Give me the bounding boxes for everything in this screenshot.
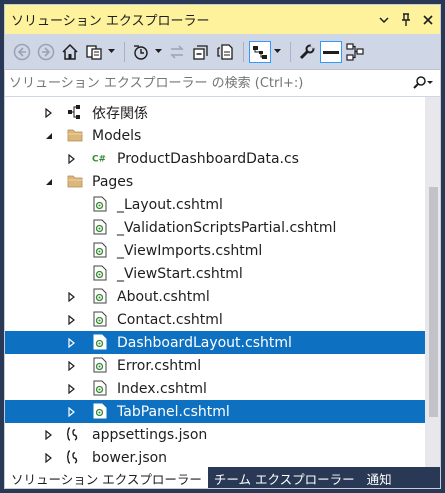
pin-icon[interactable] (396, 10, 416, 30)
razor-file-icon (92, 288, 108, 304)
tree-item[interactable]: Contact.cshtml (5, 308, 425, 331)
collapsed-arrow-icon[interactable] (66, 285, 78, 308)
tree-item-label: DashboardLayout.cshtml (117, 334, 292, 351)
tree-item[interactable]: About.cshtml (5, 285, 425, 308)
solution-explorer-window: ソリューション エクスプローラー ソリューション エクスプローラー の検索 (C… (4, 4, 441, 489)
tree-item[interactable]: Index.cshtml (5, 377, 425, 400)
scrollbar-thumb[interactable] (429, 187, 438, 417)
dependencies-file-icon (67, 104, 83, 120)
tree-item-label: About.cshtml (117, 288, 210, 305)
title-bar: ソリューション エクスプローラー (5, 5, 440, 34)
collapsed-arrow-icon[interactable] (43, 101, 55, 124)
tree-item-label: appsettings.json (92, 426, 208, 443)
razor-file-icon (92, 196, 108, 212)
bottom-tab[interactable]: ソリューション エクスプローラー (5, 467, 208, 488)
back-arrow-icon[interactable] (11, 41, 33, 63)
tree-item[interactable]: C# ProductDashboardData.cs (5, 147, 425, 170)
tree-item-label: _ViewStart.cshtml (117, 265, 243, 282)
collapsed-arrow-icon[interactable] (66, 308, 78, 331)
tree-item[interactable]: bower.json (5, 446, 425, 467)
window-title: ソリューション エクスプローラー (11, 14, 210, 29)
tree-item[interactable]: DashboardLayout.cshtml (5, 331, 425, 354)
chevron-down-icon[interactable] (374, 10, 394, 30)
tree-item[interactable]: appsettings.json (5, 423, 425, 446)
razor-file-icon (92, 357, 108, 373)
tree-item[interactable]: _ViewStart.cshtml (5, 262, 425, 285)
tree-item[interactable]: Models (5, 124, 425, 147)
svg-text:C#: C# (92, 155, 106, 165)
collapsed-arrow-icon[interactable] (66, 147, 78, 170)
bottom-tab[interactable]: チーム エクスプローラー (208, 467, 361, 488)
tree-item-label: Error.cshtml (117, 357, 202, 374)
tree-item[interactable]: TabPanel.cshtml (5, 400, 425, 423)
properties-icon[interactable] (320, 40, 342, 63)
toolbar (5, 34, 440, 70)
toolbar-separator (290, 41, 291, 62)
switch-views-icon[interactable] (83, 41, 105, 63)
expanded-arrow-icon[interactable] (43, 170, 55, 193)
home-icon[interactable] (59, 41, 81, 63)
bottom-tab-strip: ソリューション エクスプローラー チーム エクスプローラー 通知 (5, 467, 440, 488)
collapsed-arrow-icon[interactable] (66, 354, 78, 377)
tree-item[interactable]: Error.cshtml (5, 354, 425, 377)
razor-file-icon (92, 380, 108, 396)
bottom-tab[interactable]: 通知 (361, 467, 398, 488)
tree-item-label: ProductDashboardData.cs (117, 150, 299, 167)
tree-item[interactable]: _ViewImports.cshtml (5, 239, 425, 262)
tree-item-label: _ViewImports.cshtml (117, 242, 263, 259)
history-clock-icon[interactable] (130, 41, 152, 63)
tree-item-label: 依存関係 (92, 105, 148, 122)
pending-filter-dropdown-icon[interactable] (154, 41, 163, 63)
tree-item[interactable]: _ValidationScriptsPartial.cshtml (5, 216, 425, 239)
folder-file-icon (67, 127, 83, 143)
folder-file-icon (67, 173, 83, 189)
razor-file-icon (92, 265, 108, 281)
solution-tree: 依存関係 Models C# ProductDashboardData.cs Pages… (5, 97, 425, 467)
tree-item-label: Pages (92, 173, 134, 190)
tree-item-label: Models (92, 127, 142, 144)
tree-item[interactable]: Pages (5, 170, 425, 193)
toolbar-separator (243, 41, 244, 62)
collapsed-arrow-icon[interactable] (66, 400, 78, 423)
vertical-scrollbar[interactable] (425, 97, 440, 467)
search-icon[interactable] (406, 76, 440, 90)
wrench-icon[interactable] (296, 41, 318, 63)
search-bar (5, 70, 440, 97)
switch-views-dropdown-icon[interactable] (107, 41, 116, 63)
tree-item-label: Contact.cshtml (117, 311, 223, 328)
collapsed-arrow-icon[interactable] (66, 377, 78, 400)
tree-item[interactable]: 依存関係 (5, 101, 425, 124)
tree-item-label: _Layout.cshtml (117, 196, 223, 213)
razor-file-icon (92, 311, 108, 327)
csharp-file-icon: C# (92, 150, 108, 166)
razor-file-icon (92, 219, 108, 235)
tree-item-label: bower.json (92, 449, 168, 466)
preview-dropdown-icon[interactable] (273, 41, 282, 63)
class-diagram-icon[interactable] (344, 41, 366, 63)
razor-file-icon (92, 403, 108, 419)
razor-file-icon (92, 242, 108, 258)
tree-item-label: _ValidationScriptsPartial.cshtml (117, 219, 337, 236)
tree-item-label: TabPanel.cshtml (117, 403, 230, 420)
collapsed-arrow-icon[interactable] (43, 446, 55, 467)
sync-arrows-icon[interactable] (166, 41, 188, 63)
preview-selected-icon[interactable] (249, 40, 271, 63)
close-icon[interactable] (418, 10, 438, 30)
search-input[interactable] (9, 75, 406, 91)
razor-file-icon (92, 334, 108, 350)
expanded-arrow-icon[interactable] (43, 124, 55, 147)
show-all-files-icon[interactable] (214, 41, 236, 63)
collapsed-arrow-icon[interactable] (66, 331, 78, 354)
collapsed-arrow-icon[interactable] (43, 423, 55, 446)
json-file-icon (67, 426, 83, 442)
json-file-icon (67, 449, 83, 465)
collapse-all-icon[interactable] (190, 41, 212, 63)
tree-item[interactable]: _Layout.cshtml (5, 193, 425, 216)
tree-item-label: Index.cshtml (117, 380, 207, 397)
forward-arrow-icon[interactable] (35, 41, 57, 63)
toolbar-separator (124, 41, 125, 62)
